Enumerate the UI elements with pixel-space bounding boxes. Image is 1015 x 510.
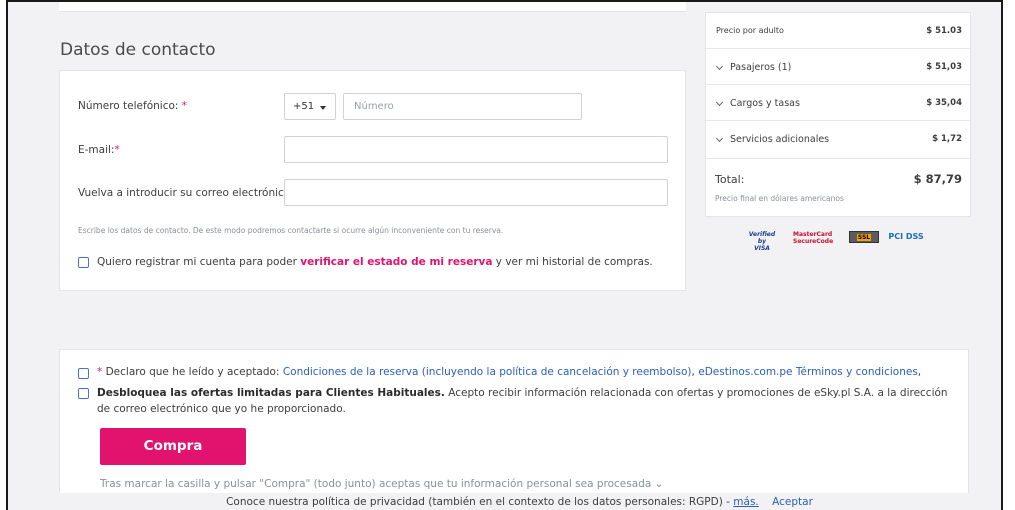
offers-checkbox[interactable] [78,388,89,399]
section-title: Datos de contacto [60,40,216,60]
offers-label: Desbloquea las ofertas limitadas para Cl… [97,387,948,415]
more-link[interactable]: más. [733,496,758,508]
contact-form-card: Número telefónico: * +51 Número E-mail:*… [59,70,686,291]
contact-hint: Escribe los datos de contacto. De este m… [78,226,504,235]
total-note: Precio final en dólares americanos [715,194,844,203]
terms-conditions-link[interactable]: eDestinos.com.pe Términos y condiciones [698,366,918,378]
email-confirm-input[interactable] [284,179,668,206]
ssl-logo: SSL [849,231,879,243]
mastercard-securecode-logo: MasterCard SecureCode [793,231,834,245]
pci-dss-logo: PCI DSS [888,232,924,241]
page-frame: Datos de contacto Número telefónico: * +… [6,0,1003,510]
register-account-checkbox[interactable] [78,257,89,268]
chevron-down-icon [715,134,724,143]
previous-section-card [59,2,686,12]
total-value: $ 87,79 [913,172,962,186]
terms-label: * Declaro que he leído y aceptado: Condi… [97,366,922,378]
price-summary: Precio por adulto $ 51.03 Pasajeros (1) … [705,12,971,217]
total-label: Total: [715,173,745,186]
email-label: E-mail:* [78,144,120,156]
terms-checkbox[interactable] [78,368,89,379]
booking-conditions-link[interactable]: Condiciones de la reserva (incluyendo la… [283,366,692,378]
chevron-down-icon [715,98,724,107]
phone-prefix-select[interactable]: +51 [284,93,336,120]
accept-button[interactable]: Aceptar [772,496,813,508]
verified-by-visa-logo: Verified by VISA [748,231,776,252]
verify-booking-link[interactable]: verificar el estado de mi reserva [300,256,492,268]
chevron-down-icon [320,106,326,110]
register-account-label: Quiero registrar mi cuenta para poder ve… [97,256,653,268]
data-processing-note[interactable]: Tras marcar la casilla y pulsar "Compra"… [100,478,663,490]
buy-button[interactable]: Compra [100,428,246,465]
phone-label: Número telefónico: * [78,100,188,112]
email-input[interactable] [284,136,668,163]
phone-number-input[interactable]: Número [343,93,582,120]
email-confirm-label: Vuelva a introducir su correo electrónic… [78,187,299,199]
chevron-down-icon [715,62,724,71]
cookie-bar: Conoce nuestra política de privacidad (t… [8,493,1001,510]
consent-card: * Declaro que he leído y aceptado: Condi… [59,349,969,499]
